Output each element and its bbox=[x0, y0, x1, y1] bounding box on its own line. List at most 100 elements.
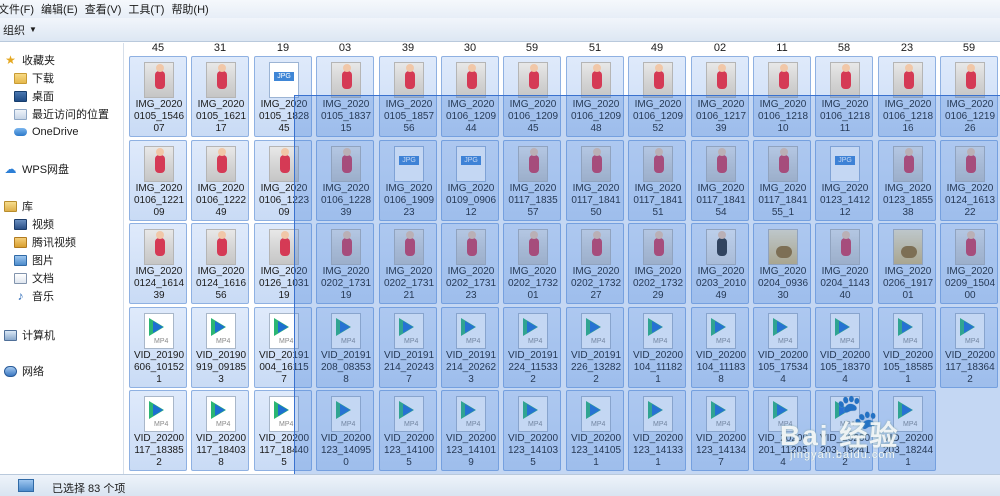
image-file-item[interactable]: IMG_2020 0105_1837 15 bbox=[316, 56, 374, 137]
image-file-item[interactable]: IMG_2020 0106_1219 26 bbox=[940, 56, 998, 137]
image-file-item[interactable]: IMG_2020 0117_1841 54 bbox=[691, 140, 749, 221]
image-file-item[interactable]: IMG_2020 0106_1218 10 bbox=[753, 56, 811, 137]
image-file-item[interactable]: IMG_2020 0106_1209 52 bbox=[628, 56, 686, 137]
image-file-item[interactable]: IMG_2020 0204_0936 30 bbox=[753, 223, 811, 304]
sidebar-item-pictures[interactable]: 图片 bbox=[14, 251, 54, 269]
image-file-item[interactable]: IMG_2020 0117_1841 55_1 bbox=[753, 140, 811, 221]
menu-help[interactable]: 帮助(H) bbox=[171, 1, 217, 17]
sidebar-item-onedrive[interactable]: OneDrive bbox=[14, 123, 78, 141]
video-file-item[interactable]: MP4 VID_20200 105_18585 1 bbox=[878, 307, 936, 388]
image-file-item[interactable]: JPG IMG_2020 0105_1828 45 bbox=[254, 56, 312, 137]
image-file-item[interactable]: IMG_2020 0117_1841 51 bbox=[628, 140, 686, 221]
video-file-item[interactable]: MP4 VID_20200 123_14103 5 bbox=[503, 390, 561, 471]
video-file-item[interactable]: MP4 VID_20191 224_11533 2 bbox=[503, 307, 561, 388]
video-file-item[interactable]: MP4 VID_20200 123_14101 9 bbox=[441, 390, 499, 471]
sidebar-item-recent[interactable]: 最近访问的位置 bbox=[14, 105, 109, 123]
image-file-item[interactable]: IMG_2020 0124_1613 22 bbox=[940, 140, 998, 221]
video-file-item[interactable]: MP4 VID_20190 606_10152 1 bbox=[129, 307, 187, 388]
video-file-item[interactable]: MP4 VID_20200 123_14105 1 bbox=[566, 390, 624, 471]
file-name-line: 44 bbox=[465, 123, 477, 134]
menu-tools[interactable]: 工具(T) bbox=[128, 1, 173, 17]
video-file-item[interactable]: MP4 VID_20200 104_11182 1 bbox=[628, 307, 686, 388]
video-file-item[interactable]: MP4 VID_20200 123_14095 0 bbox=[316, 390, 374, 471]
image-file-item[interactable]: IMG_2020 0106_1209 44 bbox=[441, 56, 499, 137]
video-file-item[interactable]: MP4 VID_20191 214_20262 3 bbox=[441, 307, 499, 388]
sidebar-item-music[interactable]: ♪ 音乐 bbox=[14, 287, 55, 305]
menu-view[interactable]: 查看(V) bbox=[85, 1, 131, 17]
top-name-tail: 58 bbox=[837, 43, 851, 54]
sidebar-item-wps-drive[interactable]: ☁ WPS网盘 bbox=[4, 160, 70, 178]
image-file-item[interactable]: JPG IMG_2020 0106_1909 23 bbox=[379, 140, 437, 221]
video-file-item[interactable]: MP4 VID_20191 214_20243 7 bbox=[379, 307, 437, 388]
file-name-line: 45 bbox=[527, 123, 539, 134]
sidebar-item-desktop[interactable]: 桌面 bbox=[14, 87, 54, 105]
image-file-item[interactable]: IMG_2020 0106_1217 39 bbox=[691, 56, 749, 137]
sidebar-item-libraries[interactable]: 库 bbox=[4, 197, 33, 215]
video-file-item[interactable]: MP4 VID_20200 117_18385 2 bbox=[129, 390, 187, 471]
image-file-item[interactable]: IMG_2020 0106_1218 16 bbox=[878, 56, 936, 137]
image-file-item[interactable]: IMG_2020 0106_1209 45 bbox=[503, 56, 561, 137]
file-name: IMG_2020 0106_1909 23 bbox=[376, 183, 442, 219]
image-file-item[interactable]: IMG_2020 0124_1616 56 bbox=[191, 223, 249, 304]
image-file-item[interactable]: IMG_2020 0105_1546 07 bbox=[129, 56, 187, 137]
image-file-item[interactable]: JPG IMG_2020 0109_0906 12 bbox=[441, 140, 499, 221]
file-name-line: 45 bbox=[278, 123, 290, 134]
image-file-item[interactable]: IMG_2020 0106_1228 39 bbox=[316, 140, 374, 221]
file-name-line: 0106_1909 bbox=[383, 195, 435, 206]
image-file-item[interactable]: IMG_2020 0209_1504 00 bbox=[940, 223, 998, 304]
file-name-line: VID_20190 bbox=[195, 350, 247, 361]
video-file-item[interactable]: MP4 VID_20200 105_18370 4 bbox=[815, 307, 873, 388]
sidebar-item-tencent-video[interactable]: 腾讯视频 bbox=[14, 233, 76, 251]
sidebar-item-network[interactable]: 网络 bbox=[4, 362, 44, 380]
sidebar-item-documents[interactable]: 文档 bbox=[14, 269, 54, 287]
video-file-item[interactable]: MP4 VID_20200 117_18364 2 bbox=[940, 307, 998, 388]
image-file-item[interactable]: IMG_2020 0203_2010 49 bbox=[691, 223, 749, 304]
video-file-item[interactable]: MP4 VID_20191 226_13282 2 bbox=[566, 307, 624, 388]
image-file-item[interactable]: IMG_2020 0202_1731 21 bbox=[379, 223, 437, 304]
image-file-item[interactable]: IMG_2020 0202_1732 29 bbox=[628, 223, 686, 304]
image-file-item[interactable]: IMG_2020 0202_1732 27 bbox=[566, 223, 624, 304]
video-file-item[interactable]: MP4 VID_20200 117_18440 5 bbox=[254, 390, 312, 471]
image-file-item[interactable]: IMG_2020 0202_1731 23 bbox=[441, 223, 499, 304]
video-file-item[interactable]: MP4 VID_20190 919_09185 3 bbox=[191, 307, 249, 388]
video-file-item[interactable]: MP4 VID_20200 104_11183 8 bbox=[691, 307, 749, 388]
video-file-item[interactable]: MP4 VID_20200 117_18403 8 bbox=[191, 390, 249, 471]
image-file-item[interactable]: IMG_2020 0106_1222 49 bbox=[191, 140, 249, 221]
image-file-item[interactable]: IMG_2020 0206_1917 01 bbox=[878, 223, 936, 304]
image-file-item[interactable]: JPG IMG_2020 0123_1412 12 bbox=[815, 140, 873, 221]
sidebar-item-computer[interactable]: 计算机 bbox=[4, 326, 55, 344]
image-file-item[interactable]: IMG_2020 0126_1031 19 bbox=[254, 223, 312, 304]
sidebar-item-videos[interactable]: 视频 bbox=[14, 215, 54, 233]
file-name-line: 29 bbox=[652, 290, 664, 301]
menu-edit[interactable]: 编辑(E) bbox=[41, 1, 87, 17]
image-file-item[interactable]: IMG_2020 0117_1841 50 bbox=[566, 140, 624, 221]
video-file-item[interactable]: MP4 VID_20191 004_16115 7 bbox=[254, 307, 312, 388]
file-name-line: 8 bbox=[343, 374, 349, 385]
sidebar-item-downloads[interactable]: 下载 bbox=[14, 69, 54, 87]
image-file-item[interactable]: IMG_2020 0105_1621 17 bbox=[191, 56, 249, 137]
video-file-item[interactable]: MP4 VID_20200 123_14100 5 bbox=[379, 390, 437, 471]
video-file-item[interactable]: MP4 VID_20200 123_14133 1 bbox=[628, 390, 686, 471]
image-file-item[interactable]: IMG_2020 0124_1614 39 bbox=[129, 223, 187, 304]
image-file-item[interactable]: IMG_2020 0106_1209 48 bbox=[566, 56, 624, 137]
image-file-item[interactable]: IMG_2020 0204_1143 40 bbox=[815, 223, 873, 304]
menu-file[interactable]: 文件(F) bbox=[0, 1, 43, 17]
mp4-file-icon: MP4 bbox=[269, 396, 299, 432]
file-name-line: 50 bbox=[590, 207, 602, 218]
video-file-item[interactable]: MP4 VID_20200 123_14134 7 bbox=[691, 390, 749, 471]
file-name: VID_20200 123_14134 7 bbox=[688, 433, 754, 469]
image-file-item[interactable]: IMG_2020 0106_1218 11 bbox=[815, 56, 873, 137]
video-file-item[interactable]: MP4 VID_20191 208_08353 8 bbox=[316, 307, 374, 388]
organize-button[interactable]: 组织 ▼ bbox=[3, 22, 37, 38]
file-name-line: 606_10152 bbox=[133, 362, 185, 373]
sidebar-favorites[interactable]: ★ 收藏夹 bbox=[4, 51, 55, 69]
file-name-line: VID_20200 bbox=[570, 433, 622, 444]
image-file-item[interactable]: IMG_2020 0106_1221 09 bbox=[129, 140, 187, 221]
image-file-item[interactable]: IMG_2020 0202_1731 19 bbox=[316, 223, 374, 304]
image-file-item[interactable]: IMG_2020 0123_1855 38 bbox=[878, 140, 936, 221]
image-file-item[interactable]: IMG_2020 0117_1835 57 bbox=[503, 140, 561, 221]
image-file-item[interactable]: IMG_2020 0105_1857 56 bbox=[379, 56, 437, 137]
video-file-item[interactable]: MP4 VID_20200 105_17534 4 bbox=[753, 307, 811, 388]
image-file-item[interactable]: IMG_2020 0202_1732 01 bbox=[503, 223, 561, 304]
image-file-item[interactable]: IMG_2020 0106_1223 09 bbox=[254, 140, 312, 221]
